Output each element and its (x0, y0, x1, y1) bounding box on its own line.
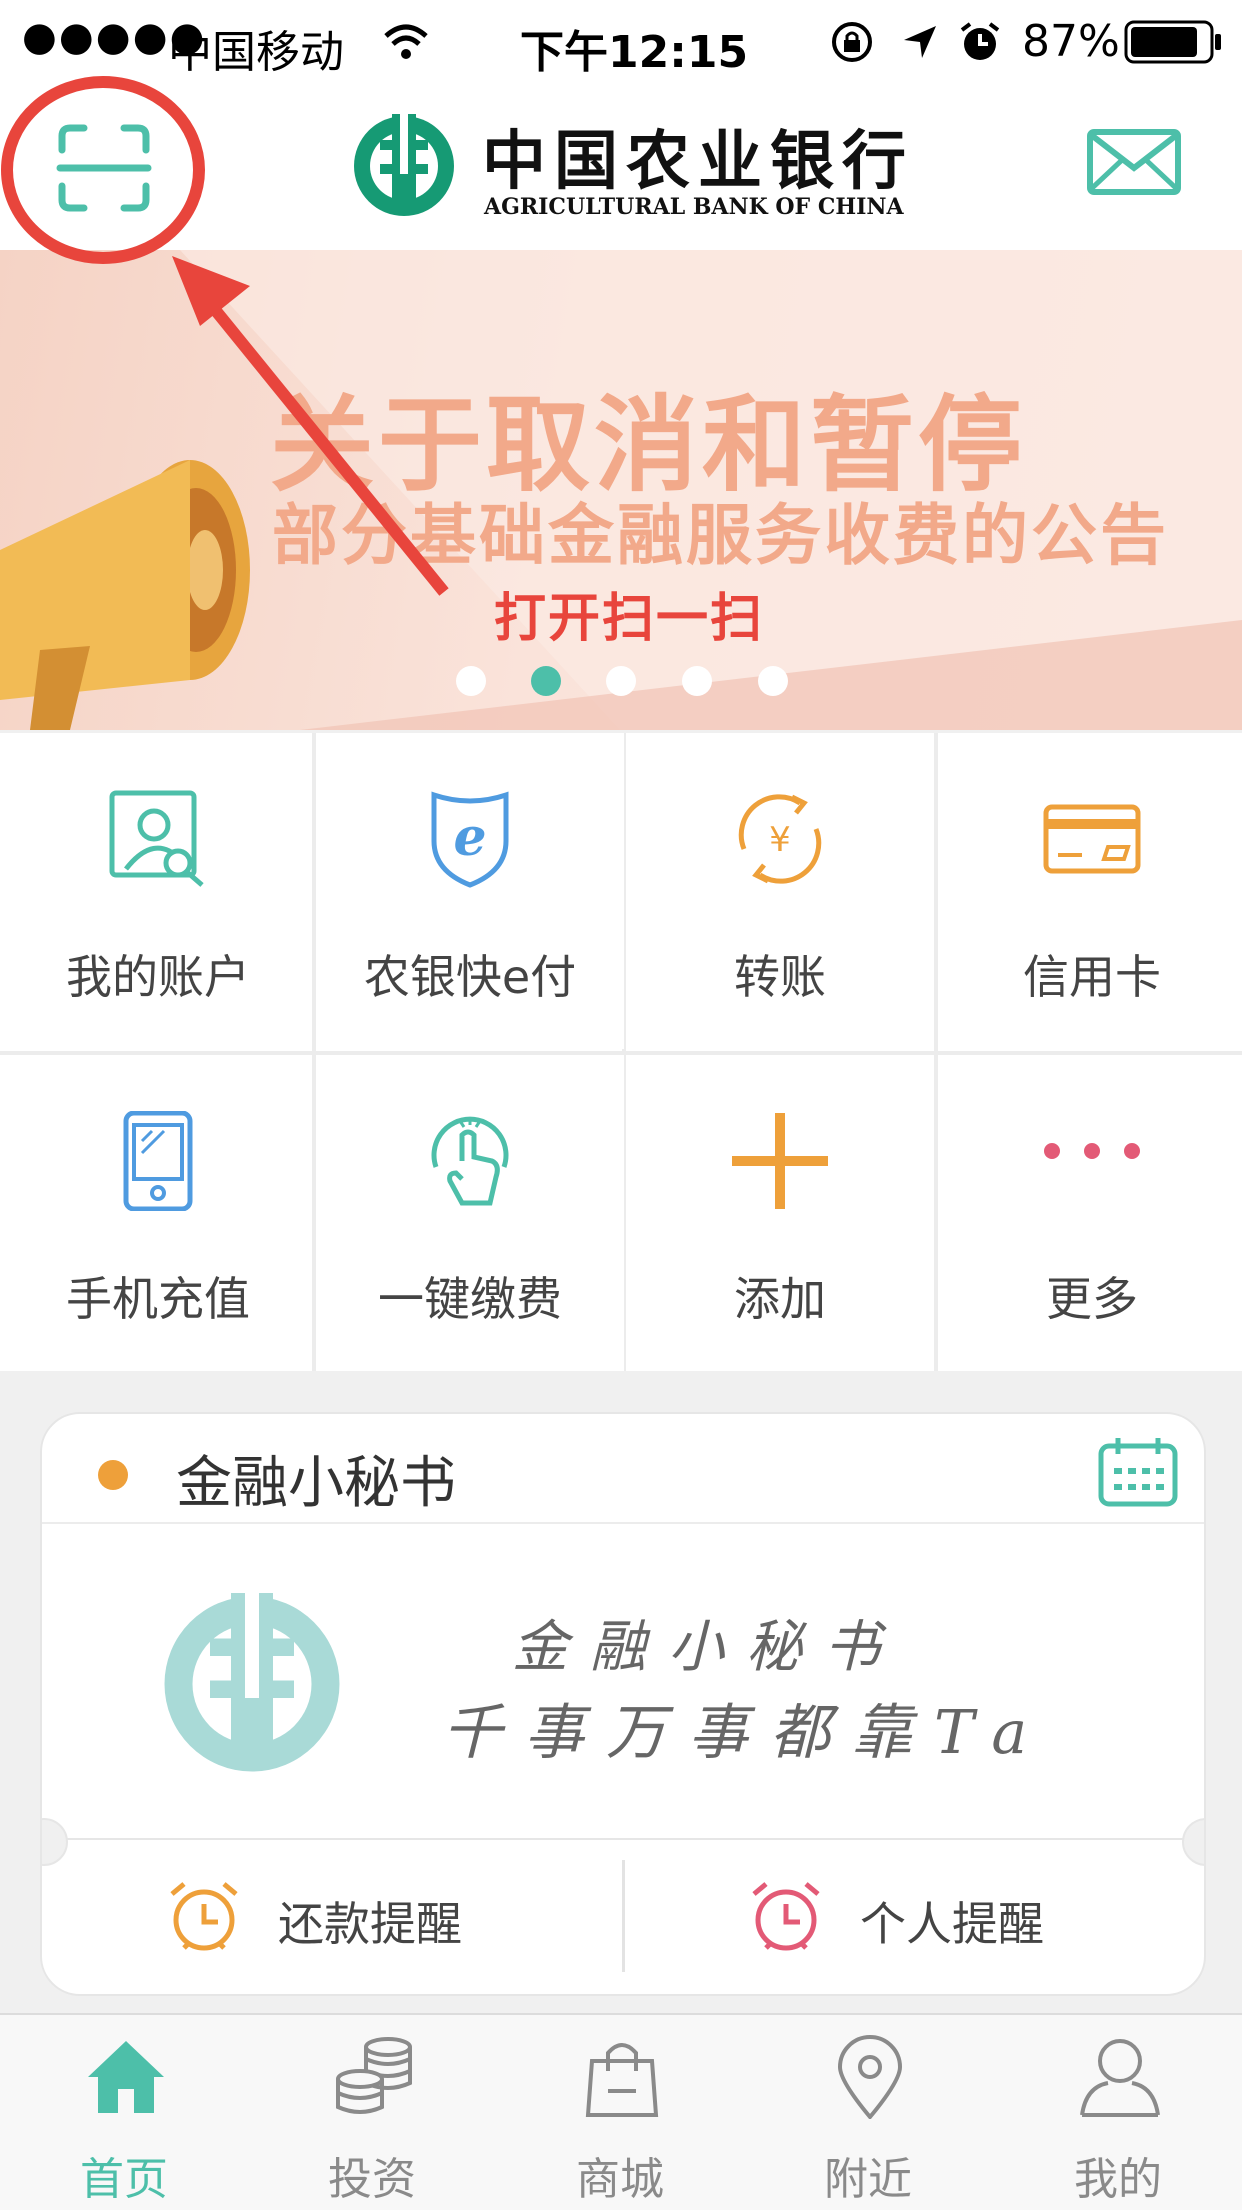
reminder-label: 还款提醒 (278, 1897, 462, 1951)
shopping-bag-icon (585, 2043, 659, 2117)
svg-text:¥: ¥ (769, 820, 791, 860)
grid-item-my-account[interactable]: 我的账户 (4, 733, 312, 1049)
tab-invest[interactable]: 投资 (248, 2015, 496, 2210)
grid-item-label: 添加 (734, 1272, 826, 1326)
credit-card-icon (1043, 804, 1141, 874)
carousel-dot-active[interactable] (531, 666, 561, 696)
abc-logo-watermark-icon (164, 1593, 340, 1772)
annotation-circle (1, 76, 205, 264)
secretary-card: 金融小秘书 金融小秘书 千事万事都靠Ta 还款提醒 个人提醒 (40, 1412, 1206, 1996)
grid-item-one-click-pay[interactable]: 一键缴费 (316, 1055, 624, 1371)
coins-icon (336, 2037, 412, 2114)
slogan-line-1: 金融小秘书 (512, 1615, 902, 1680)
calendar-icon[interactable] (1098, 1436, 1178, 1508)
tab-mine[interactable]: 我的 (994, 2015, 1242, 2210)
alarm-status-icon (960, 22, 1000, 60)
card-title: 金融小秘书 (176, 1451, 456, 1516)
tab-label: 我的 (1074, 2154, 1162, 2205)
tab-label: 首页 (80, 2154, 168, 2205)
slogan-line-2: 千事万事都靠Ta (442, 1698, 1050, 1768)
annotation-overlay (1, 76, 449, 596)
tab-label: 附近 (824, 2154, 912, 2205)
transfer-yuan-icon: ¥ (738, 794, 822, 884)
svg-text:e: e (453, 807, 486, 868)
tab-home[interactable]: 首页 (0, 2015, 248, 2210)
grid-item-label: 信用卡 (1023, 950, 1161, 1004)
grid-item-transfer[interactable]: ¥ 转账 (626, 733, 934, 1049)
rotation-lock-icon (832, 22, 872, 62)
phone-recharge-icon (123, 1111, 193, 1211)
repayment-reminder-button[interactable]: 还款提醒 (42, 1840, 622, 1994)
tab-nearby[interactable]: 附近 (744, 2015, 992, 2210)
grid-item-label: 农银快e付 (363, 950, 577, 1004)
tab-mall[interactable]: 商城 (496, 2015, 744, 2210)
alarm-clock-icon (752, 1882, 820, 1951)
e-pay-shield-icon: e (431, 791, 509, 888)
personal-reminder-button[interactable]: 个人提醒 (626, 1840, 1204, 1994)
grid-item-more[interactable]: 更多 (938, 1055, 1242, 1371)
more-dots-icon (1044, 1143, 1140, 1159)
carousel-dot[interactable] (606, 666, 636, 696)
user-icon (1080, 2039, 1160, 2117)
carousel-dot[interactable] (682, 666, 712, 696)
reminder-label: 个人提醒 (860, 1897, 1044, 1951)
battery-percent: 87% (1022, 16, 1120, 67)
location-pin-icon (837, 2035, 903, 2119)
tap-pay-icon (431, 1116, 509, 1206)
message-mail-icon[interactable] (1086, 128, 1182, 196)
tab-label: 投资 (328, 2154, 416, 2205)
location-arrow-icon (904, 26, 936, 58)
home-icon (88, 2041, 164, 2113)
account-search-icon (109, 790, 204, 887)
grid-item-phone-recharge[interactable]: 手机充值 (4, 1055, 312, 1371)
alarm-clock-icon (170, 1882, 238, 1951)
annotation-arrow-line (207, 302, 449, 596)
bottom-tab-bar: 首页 投资 商城 附近 我的 (0, 2013, 1242, 2210)
carousel-dot[interactable] (456, 666, 486, 696)
battery-icon (1124, 20, 1221, 64)
grid-item-e-pay[interactable]: e 农银快e付 (316, 733, 624, 1049)
annotation-arrow-head (172, 256, 250, 326)
grid-item-label: 更多 (1046, 1272, 1138, 1326)
carousel-dot[interactable] (758, 666, 788, 696)
plus-icon (732, 1113, 828, 1209)
grid-item-label: 转账 (734, 950, 826, 1004)
grid-item-label: 我的账户 (66, 950, 250, 1004)
feature-grid: 我的账户 e 农银快e付 ¥ 转账 信用卡 手机充值 一键缴费 添加 更多 (0, 733, 1242, 1371)
wifi-icon (384, 24, 428, 59)
annotation-text: 打开扫一扫 (494, 589, 765, 649)
title-bullet (98, 1460, 128, 1490)
grid-item-label: 一键缴费 (378, 1272, 562, 1326)
grid-item-add[interactable]: 添加 (626, 1055, 934, 1371)
tab-label: 商城 (576, 2154, 664, 2205)
grid-item-credit-card[interactable]: 信用卡 (938, 733, 1242, 1049)
grid-item-label: 手机充值 (66, 1272, 250, 1326)
